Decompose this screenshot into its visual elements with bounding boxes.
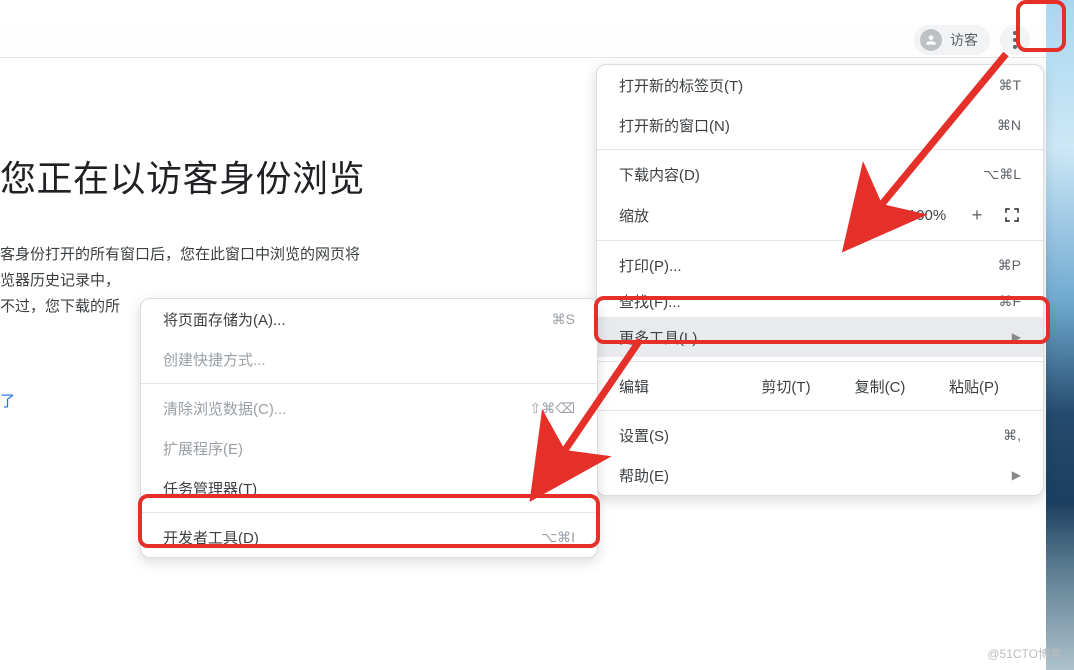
submenu-item-dev-tools[interactable]: 开发者工具(D) ⌥⌘I: [141, 517, 597, 557]
menu-separator: [597, 361, 1043, 362]
submenu-item-extensions[interactable]: 扩展程序(E): [141, 428, 597, 468]
submenu-item-save-as[interactable]: 将页面存储为(A)... ⌘S: [141, 299, 597, 339]
menu-separator: [141, 512, 597, 513]
edit-copy[interactable]: 复制(C): [833, 376, 927, 397]
menu-separator: [597, 240, 1043, 241]
fullscreen-icon[interactable]: [1003, 206, 1021, 224]
submenu-item-task-manager[interactable]: 任务管理器(T): [141, 468, 597, 508]
main-dropdown-menu: 打开新的标签页(T) ⌘T 打开新的窗口(N) ⌘N 下载内容(D) ⌥⌘L 缩…: [596, 64, 1044, 496]
menu-item-new-tab[interactable]: 打开新的标签页(T) ⌘T: [597, 65, 1043, 105]
menu-item-settings[interactable]: 设置(S) ⌘,: [597, 415, 1043, 455]
chevron-right-icon: ▶: [1012, 330, 1021, 344]
body-line: 客身份打开的所有窗口后，您在此窗口中浏览的网页将: [0, 242, 440, 268]
menu-item-find[interactable]: 查找(F)... ⌘F: [597, 285, 1043, 317]
avatar-icon: [920, 29, 942, 51]
body-line: 览器历史记录中，: [0, 268, 440, 294]
menu-item-edit: 编辑 剪切(T) 复制(C) 粘贴(P): [597, 366, 1043, 406]
profile-chip[interactable]: 访客: [914, 25, 990, 55]
more-tools-submenu: 将页面存储为(A)... ⌘S 创建快捷方式... 清除浏览数据(C)... ⇧…: [140, 298, 598, 558]
edit-paste[interactable]: 粘贴(P): [927, 376, 1021, 397]
zoom-in-button[interactable]: +: [971, 205, 983, 226]
menu-separator: [141, 383, 597, 384]
menu-item-downloads[interactable]: 下载内容(D) ⌥⌘L: [597, 154, 1043, 194]
menu-item-new-window[interactable]: 打开新的窗口(N) ⌘N: [597, 105, 1043, 145]
zoom-percent: 100%: [903, 207, 951, 224]
menu-item-print[interactable]: 打印(P)... ⌘P: [597, 245, 1043, 285]
chevron-right-icon: ▶: [1012, 468, 1021, 482]
menu-item-more-tools[interactable]: 更多工具(L) ▶: [597, 317, 1043, 357]
edit-cut[interactable]: 剪切(T): [739, 376, 833, 397]
submenu-item-clear-data[interactable]: 清除浏览数据(C)... ⇧⌘⌫: [141, 388, 597, 428]
menu-item-help[interactable]: 帮助(E) ▶: [597, 455, 1043, 495]
menu-separator: [597, 149, 1043, 150]
more-menu-button[interactable]: [1000, 25, 1030, 55]
profile-label: 访客: [950, 30, 978, 50]
learn-more-link[interactable]: 了: [0, 393, 15, 410]
watermark: @51CTO博客: [987, 645, 1062, 662]
more-vertical-icon: [1013, 38, 1017, 42]
browser-topbar: 访客: [0, 22, 1046, 58]
menu-separator: [597, 410, 1043, 411]
background-photo-strip: [1046, 0, 1074, 670]
menu-item-zoom: 缩放 − 100% +: [597, 194, 1043, 236]
zoom-out-button[interactable]: −: [871, 205, 883, 226]
page-title: 您正在以访客身份浏览: [0, 150, 440, 202]
submenu-item-create-shortcut[interactable]: 创建快捷方式...: [141, 339, 597, 379]
